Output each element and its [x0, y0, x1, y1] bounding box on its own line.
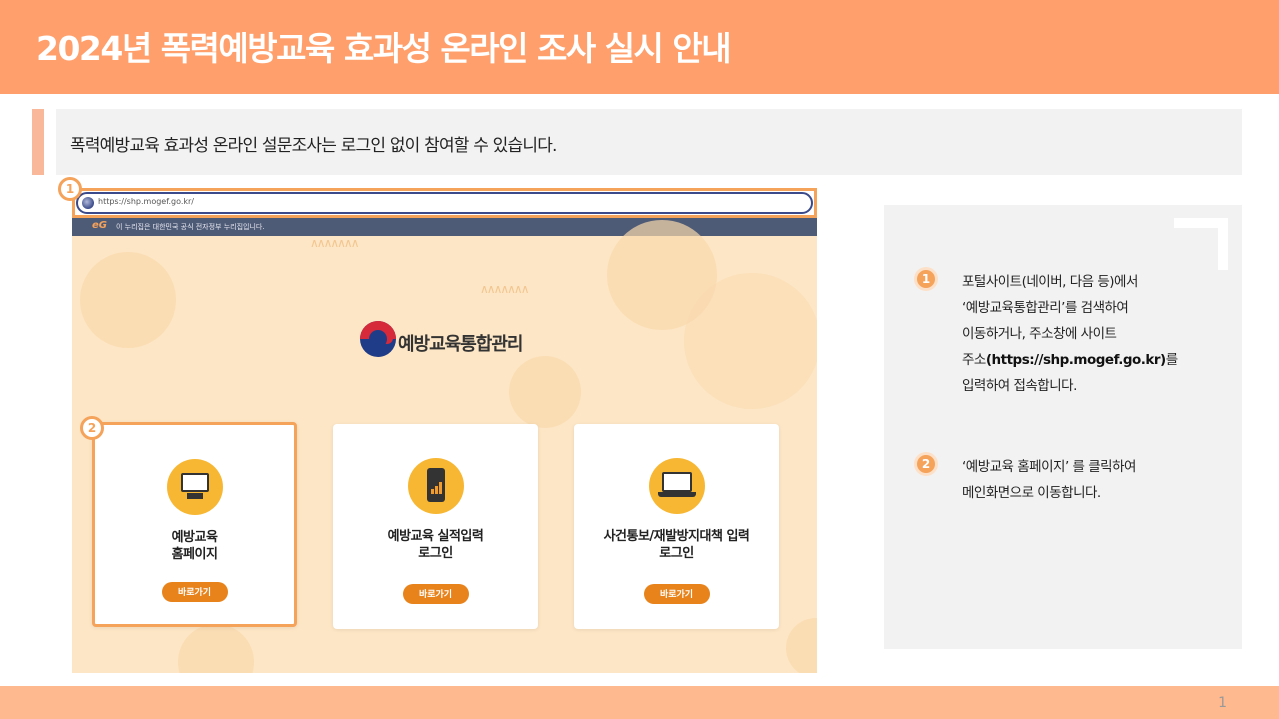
card-title: 예방교육 홈페이지 [171, 530, 218, 562]
corner-decoration [1174, 218, 1228, 270]
intro-text: 폭력예방교육 효과성 온라인 설문조사는 로그인 없이 참여할 수 있습니다. [70, 136, 557, 156]
gov-banner: eG 이 누리집은 대한민국 공식 전자정부 누리집입니다. [72, 218, 817, 236]
card-homepage[interactable]: 예방교육 홈페이지 바로가기 [92, 422, 297, 627]
go-button-homepage[interactable]: 바로가기 [161, 582, 228, 602]
page-number: 1 [1218, 695, 1227, 711]
site-url-text: (https://shp.mogef.go.kr) [985, 352, 1166, 368]
tablet-chart-icon [407, 458, 464, 514]
page-title: 2024년 폭력예방교육 효과성 온라인 조사 실시 안내 [36, 29, 732, 68]
decor-circle [684, 273, 817, 409]
slide: 2024년 폭력예방교육 효과성 온라인 조사 실시 안내 폭력예방교육 효과성… [0, 0, 1279, 719]
marker-2-badge: 2 [80, 416, 104, 440]
decor-zigzag: ∧∧∧∧∧∧∧ [310, 236, 360, 250]
card-title: 사건통보/재발방지대책 입력 로그인 [603, 529, 750, 561]
header-banner: 2024년 폭력예방교육 효과성 온라인 조사 실시 안내 [0, 0, 1279, 94]
laptop-icon [648, 458, 705, 514]
decor-circle [509, 356, 581, 428]
highlight-box-1 [72, 188, 817, 218]
card-incident-login[interactable]: 사건통보/재발방지대책 입력 로그인 바로가기 [574, 424, 779, 629]
intro-accent-bar [32, 109, 44, 175]
website-screenshot: https://shp.mogef.go.kr/ eG 이 누리집은 대한민국 … [72, 188, 817, 673]
egov-logo: eG [92, 220, 107, 231]
decor-circle [786, 618, 817, 673]
card-performance-login[interactable]: 예방교육 실적입력 로그인 바로가기 [333, 424, 538, 629]
intro-box: 폭력예방교육 효과성 온라인 설문조사는 로그인 없이 참여할 수 있습니다. [56, 109, 1242, 175]
marker-1-badge: 1 [58, 177, 82, 201]
monitor-icon [166, 459, 223, 515]
go-button-incident[interactable]: 바로가기 [643, 584, 710, 604]
go-button-performance[interactable]: 바로가기 [402, 584, 469, 604]
taegeuk-logo-icon [360, 321, 396, 357]
gov-banner-text: 이 누리집은 대한민국 공식 전자정부 누리집입니다. [116, 223, 265, 231]
site-logo-text: 예방교육통합관리 [398, 334, 523, 355]
instructions-panel: 1 포털사이트(네이버, 다음 등)에서 ‘예방교육통합관리’를 검색하여 이동… [884, 205, 1242, 649]
decor-circle [80, 252, 176, 348]
step-2-text: ‘예방교육 홈페이지’ 를 클릭하여 메인화면으로 이동합니다. [962, 459, 1136, 501]
decor-zigzag: ∧∧∧∧∧∧∧ [480, 282, 530, 296]
step-2-badge: 2 [914, 452, 938, 476]
step-1-badge: 1 [914, 267, 938, 291]
step-1-text: 포털사이트(네이버, 다음 등)에서 ‘예방교육통합관리’를 검색하여 이동하거… [962, 274, 1178, 394]
footer-bar: 1 [0, 686, 1279, 719]
card-title: 예방교육 실적입력 로그인 [387, 529, 484, 561]
decor-circle [178, 624, 254, 673]
